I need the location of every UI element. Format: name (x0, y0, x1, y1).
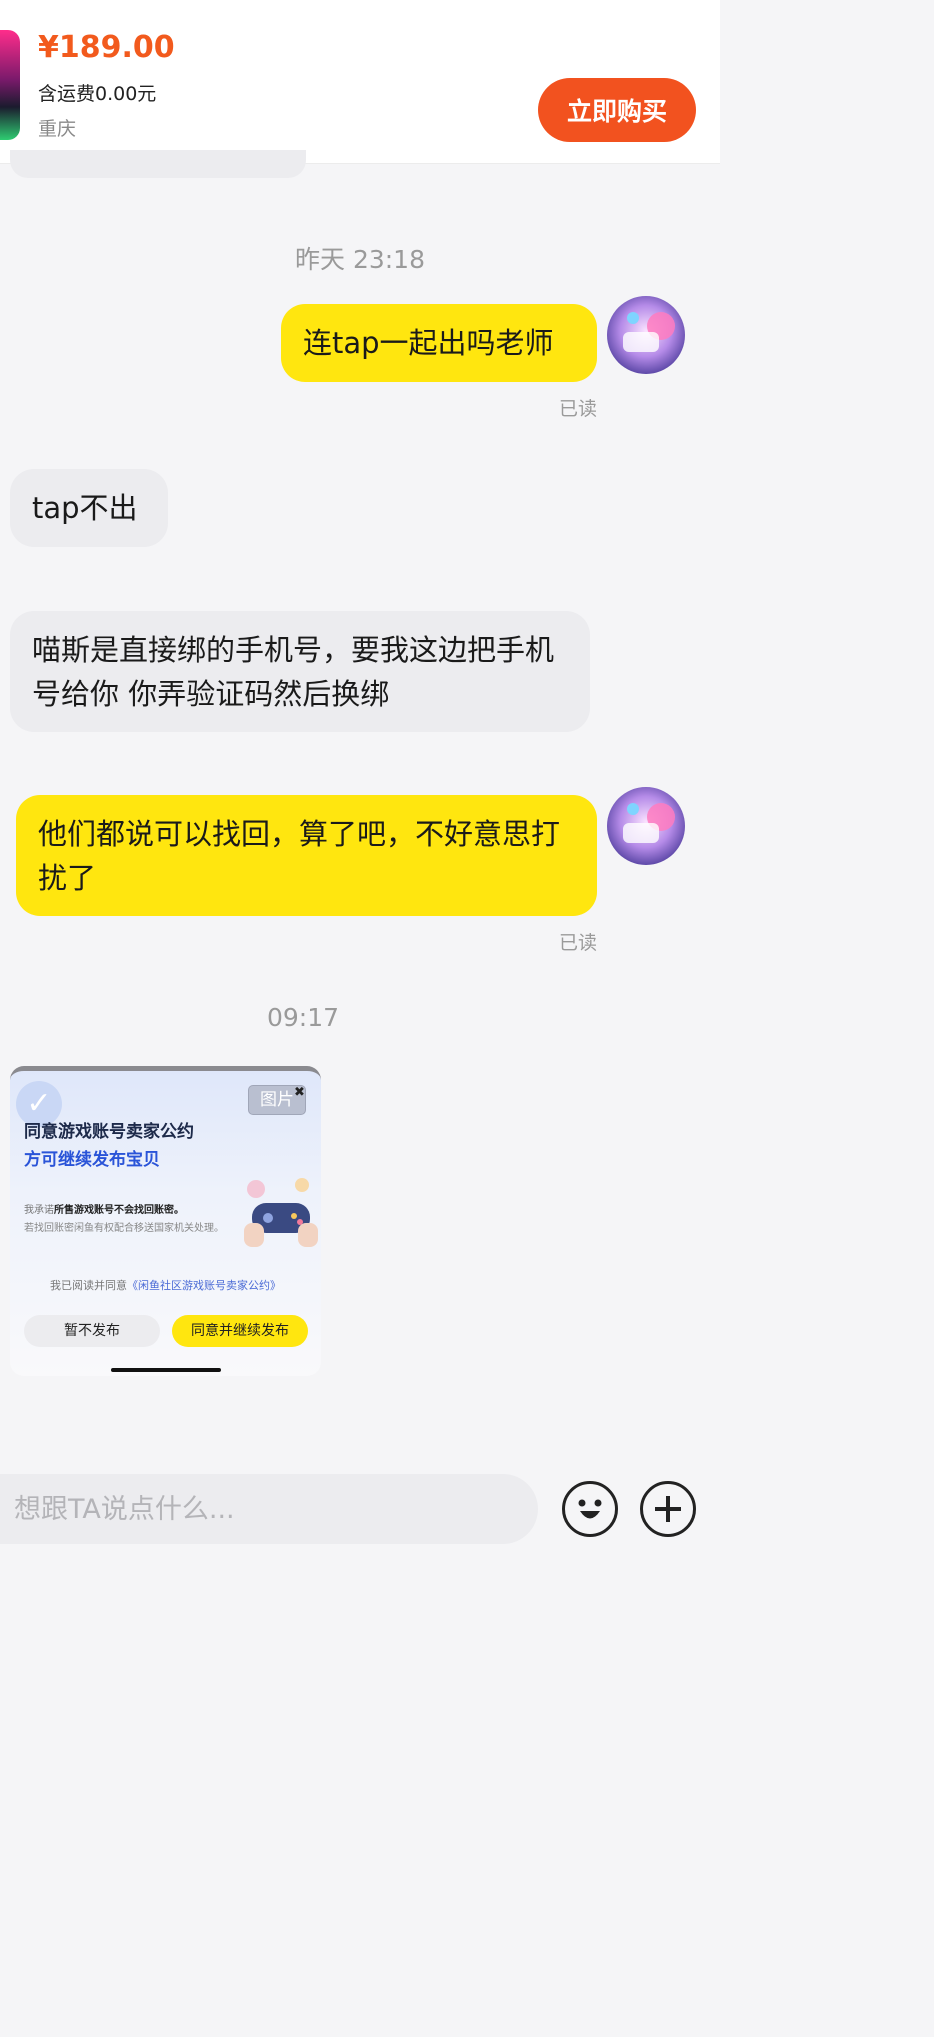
seller-location: 重庆 (38, 118, 77, 140)
plus-icon (655, 1496, 681, 1522)
my-avatar[interactable] (607, 787, 685, 865)
agreement-link: 《闲鱼社区游戏账号卖家公约》 (127, 1279, 281, 1292)
read-status: 已读 (559, 398, 598, 420)
emoji-button[interactable] (562, 1481, 618, 1537)
pledge-prefix: 我承诺 (24, 1205, 54, 1216)
buy-now-button[interactable]: 立即购买 (538, 78, 696, 142)
product-bar: ¥189.00 含运费0.00元 重庆 立即购买 (0, 0, 720, 164)
their-message-bubble[interactable]: tap不出 (10, 469, 168, 547)
their-message-bubble[interactable]: 喵斯是直接绑的手机号，要我这边把手机号给你 你弄验证码然后换绑 (10, 611, 590, 732)
card-title: 同意游戏账号卖家公约 (24, 1122, 194, 1142)
gamepad-icon (244, 1178, 318, 1247)
timestamp: 09:17 (266, 1003, 340, 1032)
message-input[interactable] (0, 1474, 538, 1544)
my-message-bubble[interactable]: 他们都说可以找回，算了吧，不好意思打扰了 (16, 795, 597, 916)
my-message-bubble[interactable]: 连tap一起出吗老师 (281, 304, 597, 382)
avatar-image (607, 296, 685, 374)
timestamp: 昨天 23:18 (295, 245, 425, 274)
avatar-image (607, 787, 685, 865)
card-subtitle: 方可继续发布宝贝 (24, 1150, 160, 1170)
pledge-text: 我承诺所售游戏账号不会找回账密。 (24, 1201, 184, 1216)
close-icon: ✖ (294, 1085, 305, 1100)
accept-button: 同意并继续发布 (172, 1315, 308, 1347)
my-avatar[interactable] (607, 296, 685, 374)
read-status: 已读 (559, 932, 598, 954)
agreement-prefix: 我已阅读并同意 (50, 1279, 127, 1292)
product-price: ¥189.00 (38, 30, 175, 65)
emoji-icon (578, 1499, 602, 1519)
image-message-card[interactable]: ✓ 图片 ✖ 同意游戏账号卖家公约 方可继续发布宝贝 我承诺所售游戏账号不会找回… (10, 1066, 321, 1376)
plus-button[interactable] (640, 1481, 696, 1537)
decline-button: 暂不发布 (24, 1315, 160, 1347)
warning-text: 若找回账密闲鱼有权配合移送国家机关处理。 (24, 1223, 224, 1234)
home-indicator (111, 1368, 221, 1372)
previous-message-bubble (10, 150, 306, 178)
product-thumbnail[interactable] (0, 30, 20, 140)
pledge-bold: 所售游戏账号不会找回账密。 (54, 1205, 184, 1216)
agreement-text: 我已阅读并同意《闲鱼社区游戏账号卖家公约》 (10, 1277, 321, 1293)
shipping-fee: 含运费0.00元 (38, 83, 157, 105)
